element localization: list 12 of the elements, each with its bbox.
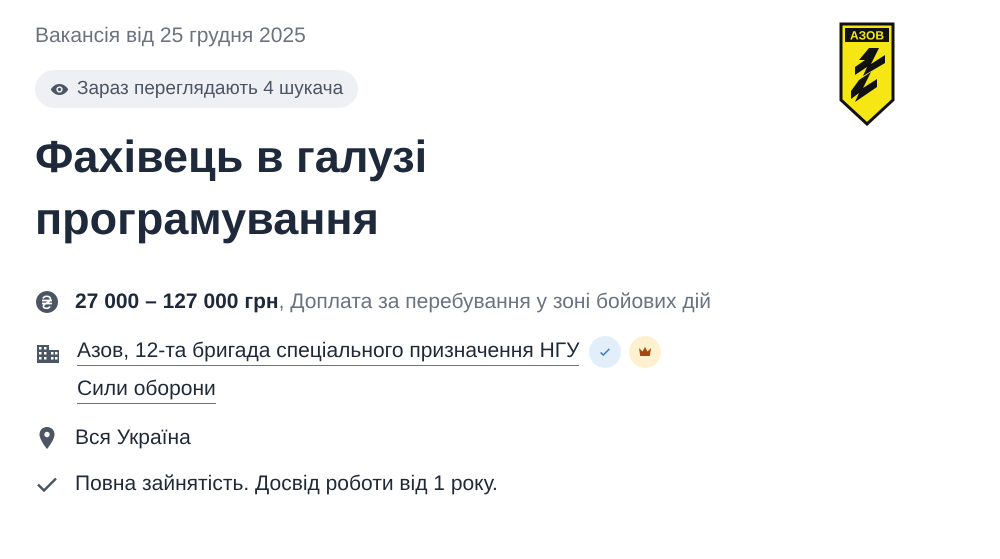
logo: АЗОВ — [839, 22, 895, 126]
salary-text: 27 000 – 127 000 грн, Доплата за перебування у зоні бойових дій — [75, 290, 712, 314]
location-text: Вся Україна — [75, 426, 191, 450]
eye-icon — [50, 82, 69, 96]
job-title: Фахівець в галузі програмування — [35, 130, 428, 246]
company-link[interactable]: Азов, 12-та бригада спеціального призначення НГУ — [77, 338, 580, 366]
hryvnia-icon — [35, 290, 59, 314]
building-icon — [35, 342, 61, 366]
posted-date: Вакансія від 25 грудня 2025 — [35, 23, 306, 49]
employment-text: Повна зайнятість. Досвід роботи від 1 року. — [75, 472, 498, 496]
viewers-text: Зараз переглядають 4 шукача — [77, 78, 344, 100]
category-link[interactable]: Сили оборони — [77, 377, 216, 404]
